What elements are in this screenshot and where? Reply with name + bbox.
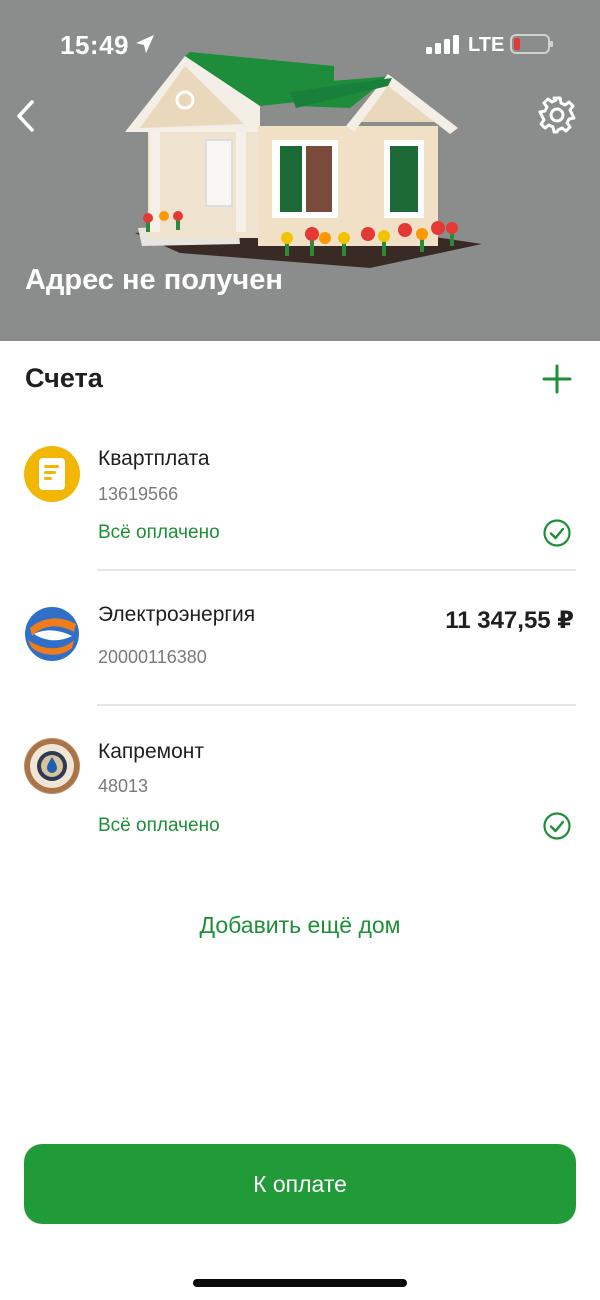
account-name: Капремонт bbox=[98, 740, 204, 763]
account-name: Квартплата bbox=[98, 447, 210, 470]
divider bbox=[97, 569, 576, 571]
back-chevron-icon[interactable] bbox=[10, 94, 46, 138]
account-amount-due: 11 347,55 ₽ bbox=[445, 607, 574, 634]
pay-button[interactable]: К оплате bbox=[24, 1144, 576, 1224]
add-house-link[interactable]: Добавить ещё дом bbox=[0, 912, 600, 939]
account-number: 13619566 bbox=[98, 484, 179, 504]
account-item-kapremont[interactable]: Капремонт 48013 Всё оплачено bbox=[0, 734, 600, 864]
divider bbox=[97, 704, 576, 706]
electricity-logo-icon bbox=[24, 606, 80, 662]
status-time: 15:49 bbox=[60, 30, 129, 60]
account-name: Электроэнергия bbox=[98, 603, 256, 626]
account-number: 48013 bbox=[98, 776, 149, 796]
pay-button-label: К оплате bbox=[253, 1170, 347, 1197]
home-indicator bbox=[193, 1279, 407, 1287]
battery-icon bbox=[510, 34, 553, 54]
account-item-kvartplata[interactable]: Квартплата 13619566 Всё оплачено bbox=[0, 440, 600, 570]
accounts-section-title: Счета bbox=[25, 363, 103, 393]
paid-check-icon bbox=[543, 519, 571, 547]
document-icon bbox=[24, 446, 80, 502]
water-drop-icon bbox=[24, 738, 80, 794]
account-status: Всё оплачено bbox=[98, 815, 220, 836]
account-status: Всё оплачено bbox=[98, 522, 220, 543]
settings-gear-icon[interactable] bbox=[536, 94, 578, 136]
paid-check-icon bbox=[543, 812, 571, 840]
account-number: 20000116380 bbox=[98, 647, 207, 667]
add-account-plus-icon[interactable] bbox=[540, 362, 574, 396]
address-title: Адрес не получен bbox=[25, 264, 283, 296]
header-banner: 15:49 LTE Адрес не получен bbox=[0, 0, 600, 341]
house-illustration bbox=[125, 52, 482, 268]
account-item-elektroenergiya[interactable]: Электроэнергия 11 347,55 ₽ 20000116380 bbox=[0, 600, 600, 700]
